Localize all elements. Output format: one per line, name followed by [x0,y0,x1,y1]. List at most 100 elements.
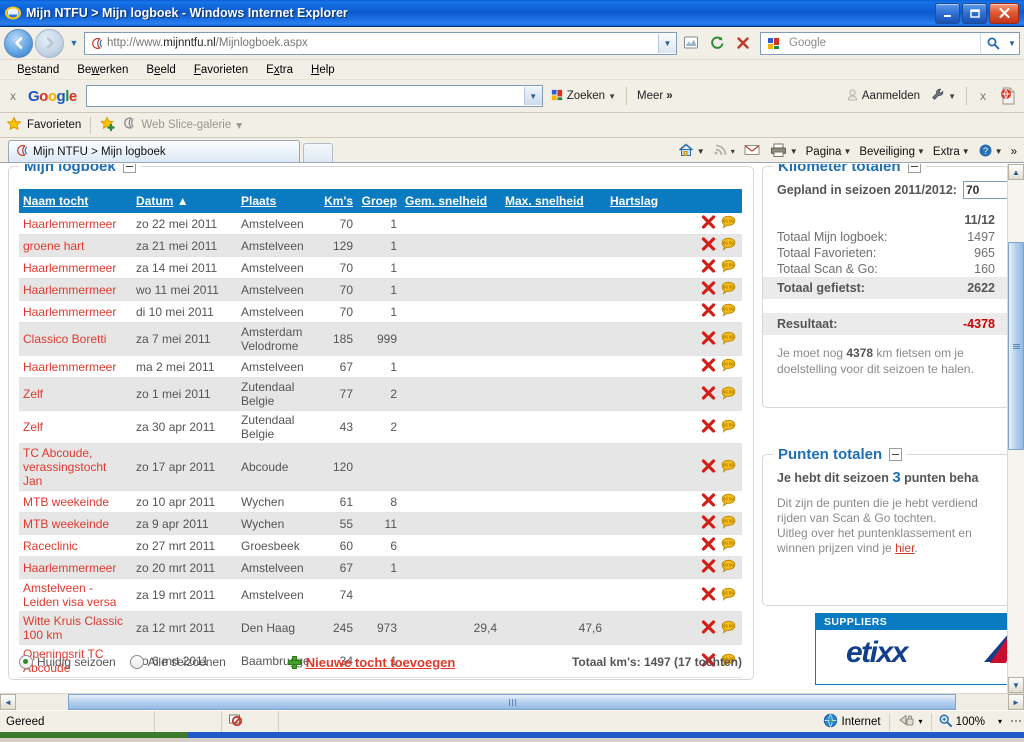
google-search-chevron-down-icon[interactable]: ▼ [523,87,542,105]
delete-row-icon[interactable] [701,493,716,510]
note-row-icon[interactable]: 66 99 [721,493,736,510]
radio-huidig-seizoen-input[interactable] [19,655,33,669]
google-meer-button[interactable]: Meer » [634,90,676,102]
cell-naam-tocht-link[interactable]: Zelf [23,387,43,401]
page-chevron-down-icon[interactable]: ▼ [843,147,851,156]
radio-huidig-seizoen[interactable]: Huidig seizoen [19,655,116,669]
note-row-icon[interactable]: 66 99 [721,331,736,348]
security-menu-button[interactable]: Beveiliging ▼ [856,146,928,158]
column-header-max-snelheid[interactable]: Max. snelheid [501,189,606,213]
delete-row-icon[interactable] [701,330,716,348]
compatibility-view-icon[interactable] [679,32,703,55]
page-menu-button[interactable]: Pagina ▼ [803,146,855,158]
delete-row-icon[interactable] [701,458,716,476]
table-row[interactable]: Zelf za 30 apr 2011 Zutendaal Belgie 43 2 66 … [19,410,742,444]
tools-menu-button[interactable]: Extra ▼ [930,146,973,158]
web-slice-icon[interactable] [121,116,136,134]
horizontal-scrollbar-track[interactable] [16,694,1008,710]
address-dropdown-chevron-down-icon[interactable]: ▼ [658,33,676,53]
command-bar-overflow-button[interactable]: » [1008,146,1020,158]
table-row[interactable]: Haarlemmermeer di 10 mei 2011 Amstelveen 70… [19,300,742,323]
delete-row-icon[interactable] [701,418,716,436]
window-resize-grip[interactable] [1008,719,1024,725]
google-settings-chevron-down-icon[interactable]: ▼ [948,92,956,101]
forward-button[interactable] [35,28,64,58]
radio-alle-seizoenen[interactable]: Alle seizoenen [129,655,226,669]
kilometer-totals-collapse-icon[interactable] [907,164,921,173]
note-row-icon[interactable]: 66 99 [721,237,736,254]
cell-naam-tocht-link[interactable]: Haarlemmermeer [23,261,116,275]
table-row[interactable]: MTB weekeinde za 9 apr 2011 Wychen 55 11 66 9… [19,512,742,535]
planned-km-input[interactable]: 70 [962,181,1009,199]
radio-alle-seizoenen-input[interactable] [129,655,144,669]
cell-naam-tocht[interactable]: TC Abcoude, verassingstocht Jan [19,443,132,491]
table-row[interactable]: MTB weekeinde zo 10 apr 2011 Wychen 61 8 66 9… [19,490,742,513]
security-zone-cell[interactable]: Internet [815,712,890,731]
note-row-icon[interactable]: 66 99 [721,459,736,476]
note-row-icon[interactable]: 66 99 [721,358,736,375]
vertical-scrollbar-thumb[interactable] [1008,242,1024,450]
delete-row-icon[interactable] [701,281,716,298]
cell-naam-tocht-link[interactable]: Haarlemmermeer [23,305,116,319]
cell-naam-tocht-link[interactable]: Amstelveen - Leiden visa versa [23,581,116,609]
minimize-button[interactable] [935,2,960,24]
note-row-icon[interactable]: 66 99 [721,419,736,436]
scroll-up-button[interactable]: ▲ [1008,164,1024,180]
page-vertical-scrollbar[interactable]: ▲ ▼ [1007,164,1024,693]
cell-naam-tocht-link[interactable]: Haarlemmermeer [23,561,116,575]
menu-bewerken[interactable]: Bewerken [68,63,137,77]
column-header-gem-snelheid[interactable]: Gem. snelheid [401,189,501,213]
cell-naam-tocht-link[interactable]: MTB weekeinde [23,517,109,531]
pdf-create-icon[interactable] [996,85,1020,108]
recent-pages-chevron-down-icon[interactable]: ▼ [66,32,82,54]
note-row-icon[interactable]: 66 99 [721,559,736,576]
column-header-datum[interactable]: Datum ▲ [132,189,237,213]
column-header-naam[interactable]: Naam tocht [19,189,132,213]
cell-naam-tocht[interactable]: MTB weekeinde [19,490,132,513]
table-row[interactable]: Haarlemmermeer zo 22 mei 2011 Amstelveen 70… [19,213,742,235]
home-chevron-down-icon[interactable]: ▼ [697,147,705,156]
table-row[interactable]: Amstelveen - Leiden visa versa za 19 mrt … [19,578,742,612]
table-row[interactable]: Witte Kruis Classic 100 km za 12 mrt 2011… [19,611,742,645]
table-row[interactable]: Classico Boretti za 7 mei 2011 Amsterdam V… [19,322,742,356]
note-row-icon[interactable]: 66 99 [721,281,736,298]
cell-naam-tocht-link[interactable]: Haarlemmermeer [23,360,116,374]
tools-chevron-down-icon[interactable]: ▼ [962,147,970,156]
cell-naam-tocht[interactable]: MTB weekeinde [19,512,132,535]
delete-row-icon[interactable] [701,358,716,375]
cell-naam-tocht-link[interactable]: groene hart [23,239,84,253]
search-dropdown-chevron-down-icon[interactable]: ▼ [1005,34,1019,53]
column-header-kms[interactable]: Km's [317,189,357,213]
menu-beeld[interactable]: Beeld [137,63,184,77]
table-row[interactable]: Haarlemmermeer zo 20 mrt 2011 Amstelveen 67… [19,556,742,579]
stop-icon[interactable] [731,32,755,55]
note-row-icon[interactable]: 66 99 [721,620,736,637]
favorites-label[interactable]: Favorieten [27,119,81,131]
google-zoeken-button[interactable]: Zoeken ▼ [547,88,619,105]
note-row-icon[interactable]: 66 99 [721,215,736,232]
new-tab-button[interactable] [303,143,333,162]
delete-row-icon[interactable] [701,515,716,532]
delete-row-icon[interactable] [701,537,716,554]
menu-extra[interactable]: Extra [257,63,302,77]
table-row[interactable]: Haarlemmermeer za 14 mei 2011 Amstelveen 70… [19,256,742,279]
delete-row-icon[interactable] [701,586,716,604]
delete-row-icon[interactable] [701,215,716,232]
cell-naam-tocht[interactable]: Zelf [19,377,132,411]
browser-search-box[interactable]: Google ▼ [760,31,1020,55]
cell-naam-tocht[interactable]: Amstelveen - Leiden visa versa [19,578,132,612]
protected-mode-cell[interactable]: ▾ [890,712,932,731]
logbook-collapse-icon[interactable] [122,164,136,173]
add-new-trip[interactable]: Nieuwe tocht toevoegen [287,655,455,670]
cell-naam-tocht[interactable]: Raceclinic [19,534,132,557]
protected-mode-chevron-down-icon[interactable]: ▾ [919,717,923,726]
help-chevron-down-icon[interactable]: ▼ [995,147,1003,156]
note-row-icon[interactable]: 66 99 [721,515,736,532]
delete-row-icon[interactable] [701,619,716,637]
google-settings-button[interactable]: ▼ [927,87,959,105]
note-row-icon[interactable]: 66 99 [721,259,736,276]
mail-button[interactable] [740,143,764,160]
cell-naam-tocht-link[interactable]: MTB weekeinde [23,495,109,509]
table-row[interactable]: TC Abcoude, verassingstocht Jan zo 17 apr… [19,443,742,491]
popup-blocker-icon[interactable] [228,713,244,730]
